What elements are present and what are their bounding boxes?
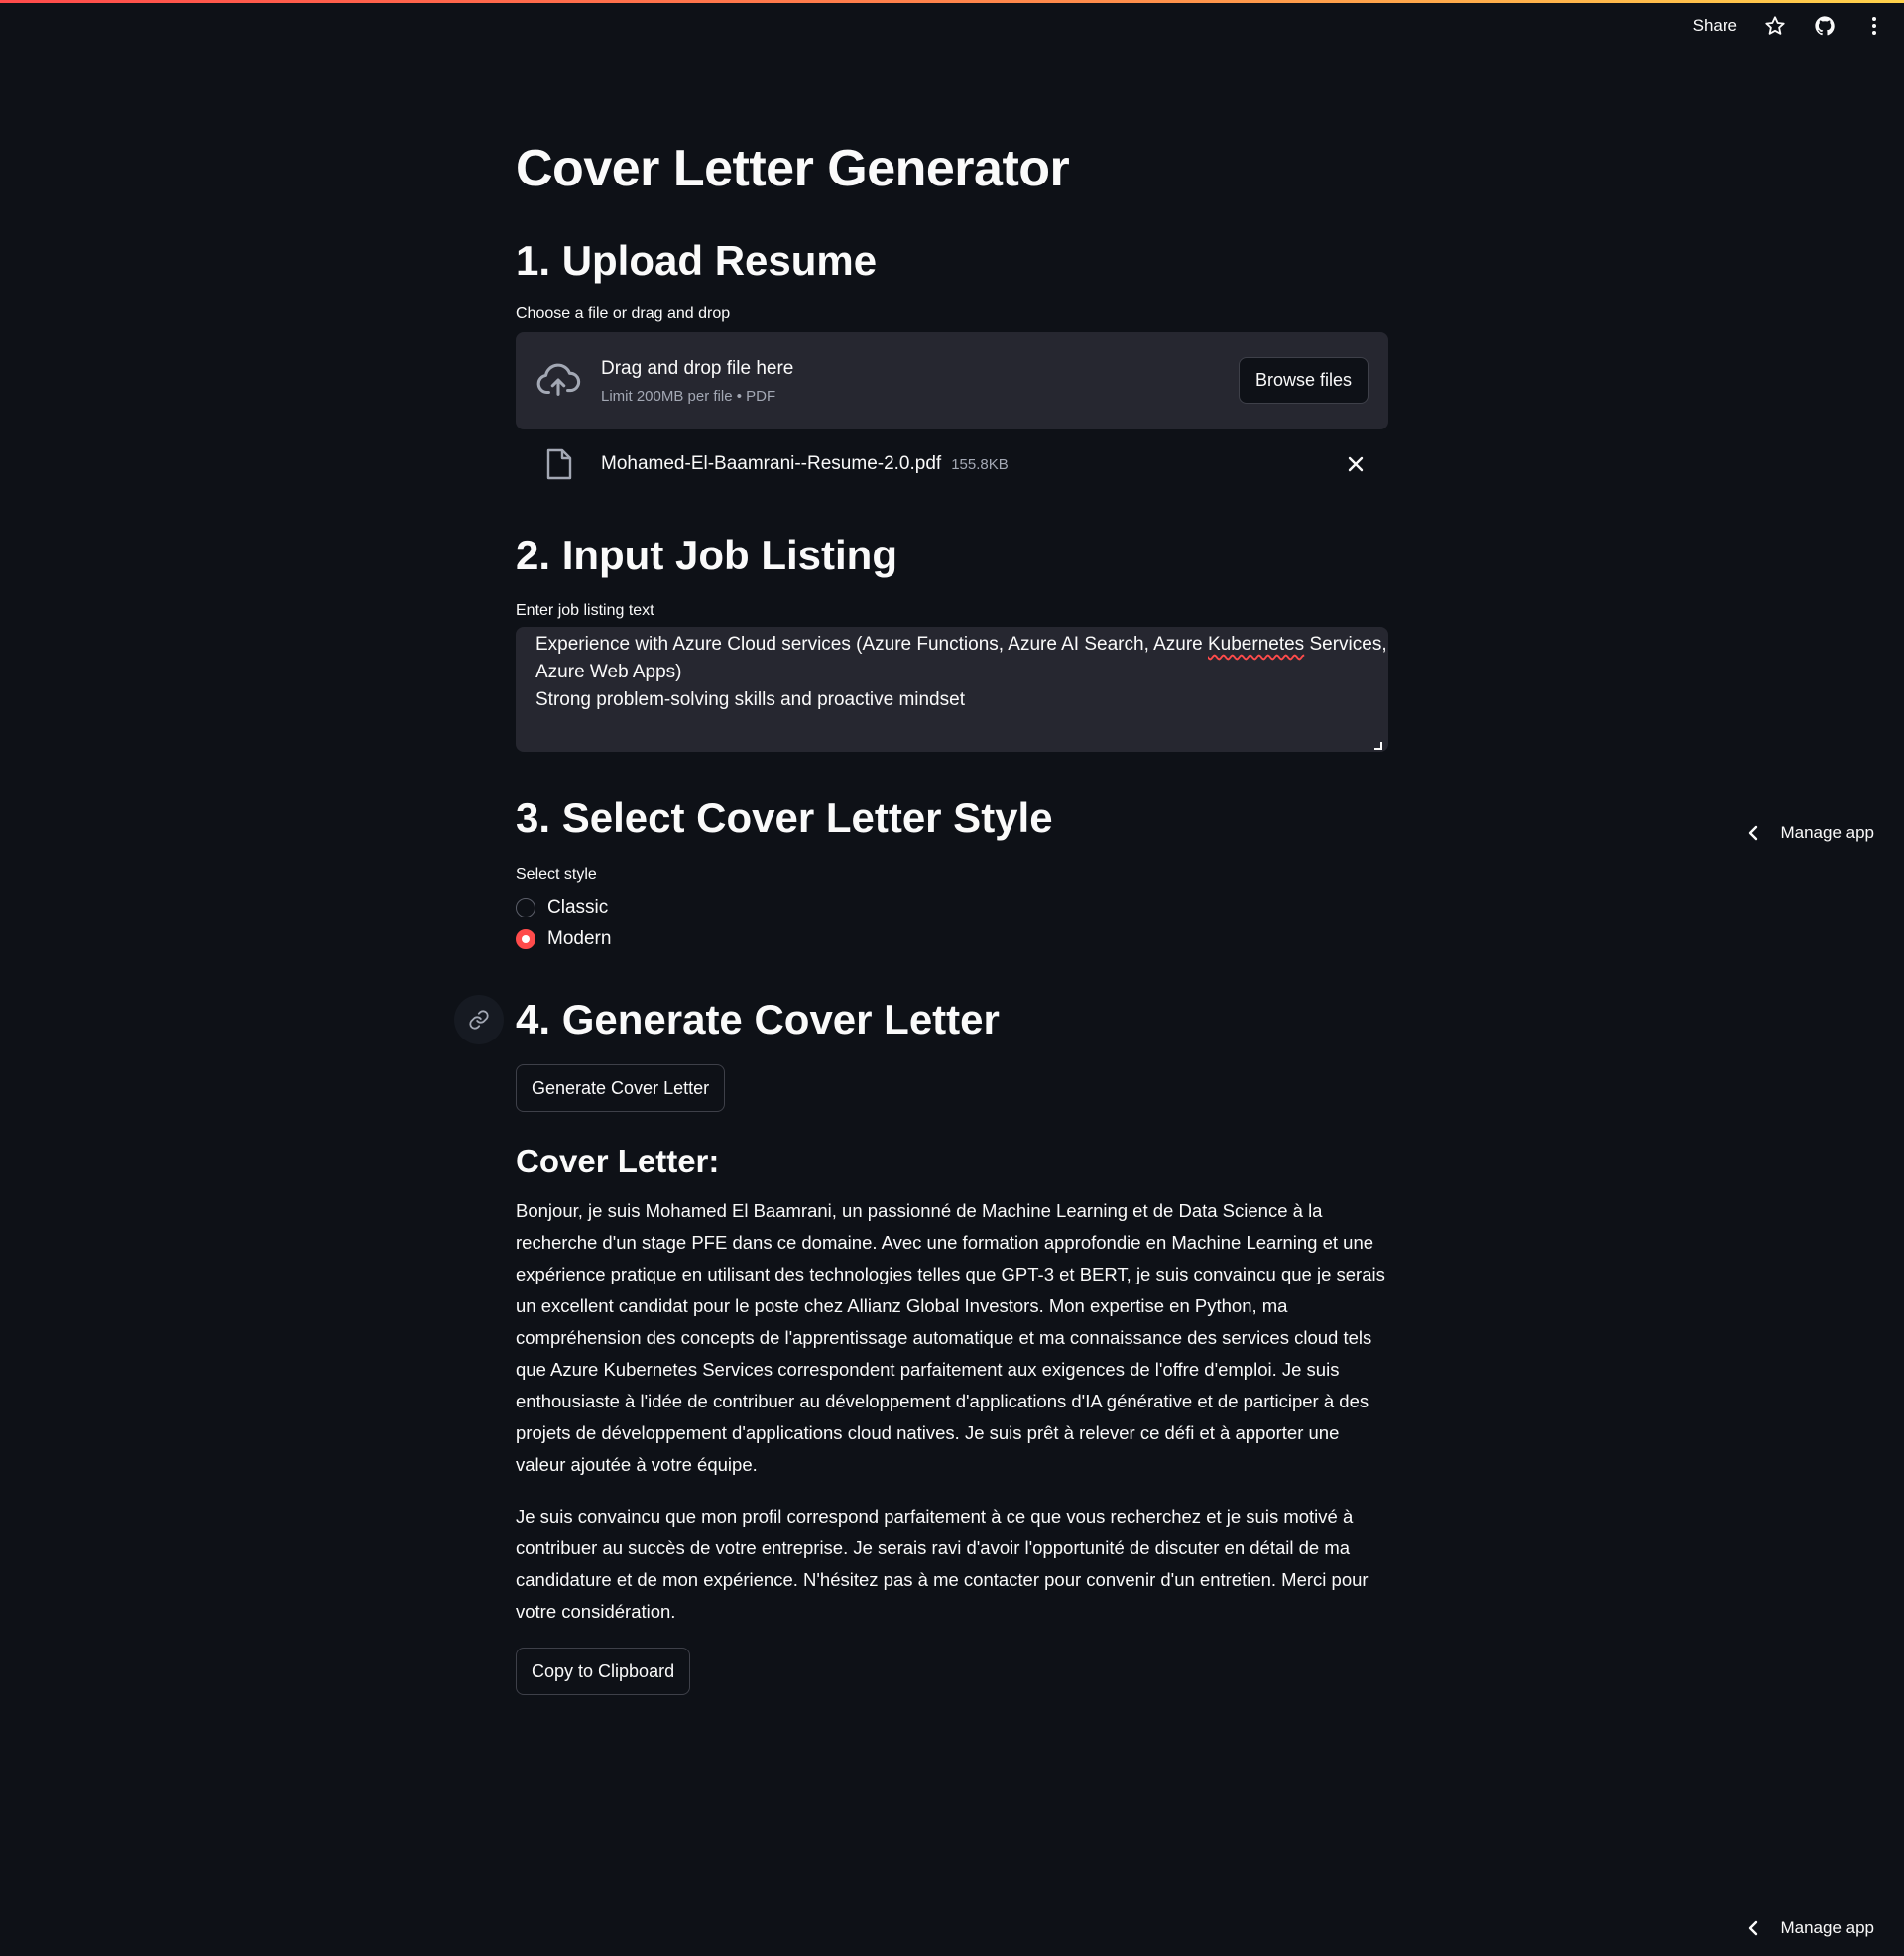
uploaded-file-name: Mohamed-El-Baamrani--Resume-2.0.pdf bbox=[601, 453, 942, 474]
top-decoration-bar bbox=[0, 0, 1904, 3]
remove-file-icon[interactable] bbox=[1345, 453, 1367, 475]
chevron-left-icon bbox=[1749, 1920, 1758, 1936]
copy-to-clipboard-button[interactable]: Copy to Clipboard bbox=[516, 1648, 691, 1695]
radio-button-modern[interactable] bbox=[516, 929, 536, 949]
uploaded-file-row: Mohamed-El-Baamrani--Resume-2.0.pdf 155.… bbox=[516, 439, 1388, 489]
manage-app-button[interactable]: Manage app bbox=[1748, 1918, 1874, 1938]
job-text-segment: Services, bbox=[1304, 634, 1387, 655]
cover-letter-paragraph: Bonjour, je suis Mohamed El Baamrani, un… bbox=[516, 1200, 1385, 1475]
cover-letter-paragraph: Je suis convaincu que mon profil corresp… bbox=[516, 1506, 1368, 1622]
job-text-segment: Experience with Azure Cloud services (Az… bbox=[536, 634, 1208, 655]
radio-button-classic[interactable] bbox=[516, 898, 536, 917]
file-dropzone[interactable]: Drag and drop file here Limit 200MB per … bbox=[516, 332, 1388, 429]
header-toolbar: Share bbox=[1693, 14, 1886, 38]
main-content: Cover Letter Generator 1. Upload Resume … bbox=[454, 139, 1388, 1695]
upload-label: Choose a file or drag and drop bbox=[516, 306, 731, 322]
generate-heading: 4. Generate Cover Letter bbox=[516, 996, 1000, 1042]
chevron-left-icon bbox=[1749, 825, 1758, 841]
page-title: Cover Letter Generator bbox=[516, 140, 1070, 197]
cloud-upload-icon bbox=[536, 363, 581, 396]
style-label: Select style bbox=[516, 866, 597, 883]
cover-letter-heading: Cover Letter: bbox=[516, 1143, 720, 1179]
job-heading: 2. Input Job Listing bbox=[516, 532, 897, 578]
spellcheck-word: Kubernetes bbox=[1208, 634, 1305, 655]
radio-option-modern[interactable]: Modern bbox=[516, 923, 1388, 955]
radio-label: Modern bbox=[547, 928, 612, 949]
generate-section: 4. Generate Cover Letter bbox=[454, 995, 1388, 1044]
dropzone-instruction: Drag and drop file here bbox=[601, 357, 794, 379]
radio-label: Classic bbox=[547, 897, 609, 917]
uploaded-file-size: 155.8KB bbox=[951, 455, 1009, 473]
manage-app-label: Manage app bbox=[1780, 1918, 1874, 1937]
job-text-line: Strong problem-solving skills and proact… bbox=[536, 689, 965, 710]
resize-handle[interactable] bbox=[1374, 742, 1382, 750]
dropzone-text: Drag and drop file here Limit 200MB per … bbox=[601, 358, 793, 405]
style-heading: 3. Select Cover Letter Style bbox=[516, 795, 1053, 841]
browse-files-button[interactable]: Browse files bbox=[1238, 357, 1368, 404]
job-label: Enter job listing text bbox=[516, 602, 654, 619]
share-button[interactable]: Share bbox=[1693, 16, 1737, 36]
manage-app-button[interactable]: Manage app bbox=[1748, 823, 1874, 843]
link-icon[interactable] bbox=[454, 995, 504, 1044]
job-listing-textarea[interactable]: Experience with Azure Cloud services (Az… bbox=[516, 627, 1388, 752]
dropzone-limit: Limit 200MB per file • PDF bbox=[601, 387, 776, 405]
more-vertical-icon[interactable] bbox=[1862, 14, 1886, 38]
file-icon bbox=[546, 448, 572, 480]
radio-option-classic[interactable]: Classic bbox=[516, 892, 1388, 923]
style-radio-group: Classic Modern bbox=[516, 892, 1388, 955]
manage-app-label: Manage app bbox=[1780, 823, 1874, 842]
star-icon[interactable] bbox=[1763, 14, 1787, 38]
job-text-line: Azure Web Apps) bbox=[536, 662, 682, 682]
github-icon[interactable] bbox=[1813, 14, 1837, 38]
upload-heading: 1. Upload Resume bbox=[516, 237, 878, 284]
generate-cover-letter-button[interactable]: Generate Cover Letter bbox=[516, 1064, 726, 1112]
